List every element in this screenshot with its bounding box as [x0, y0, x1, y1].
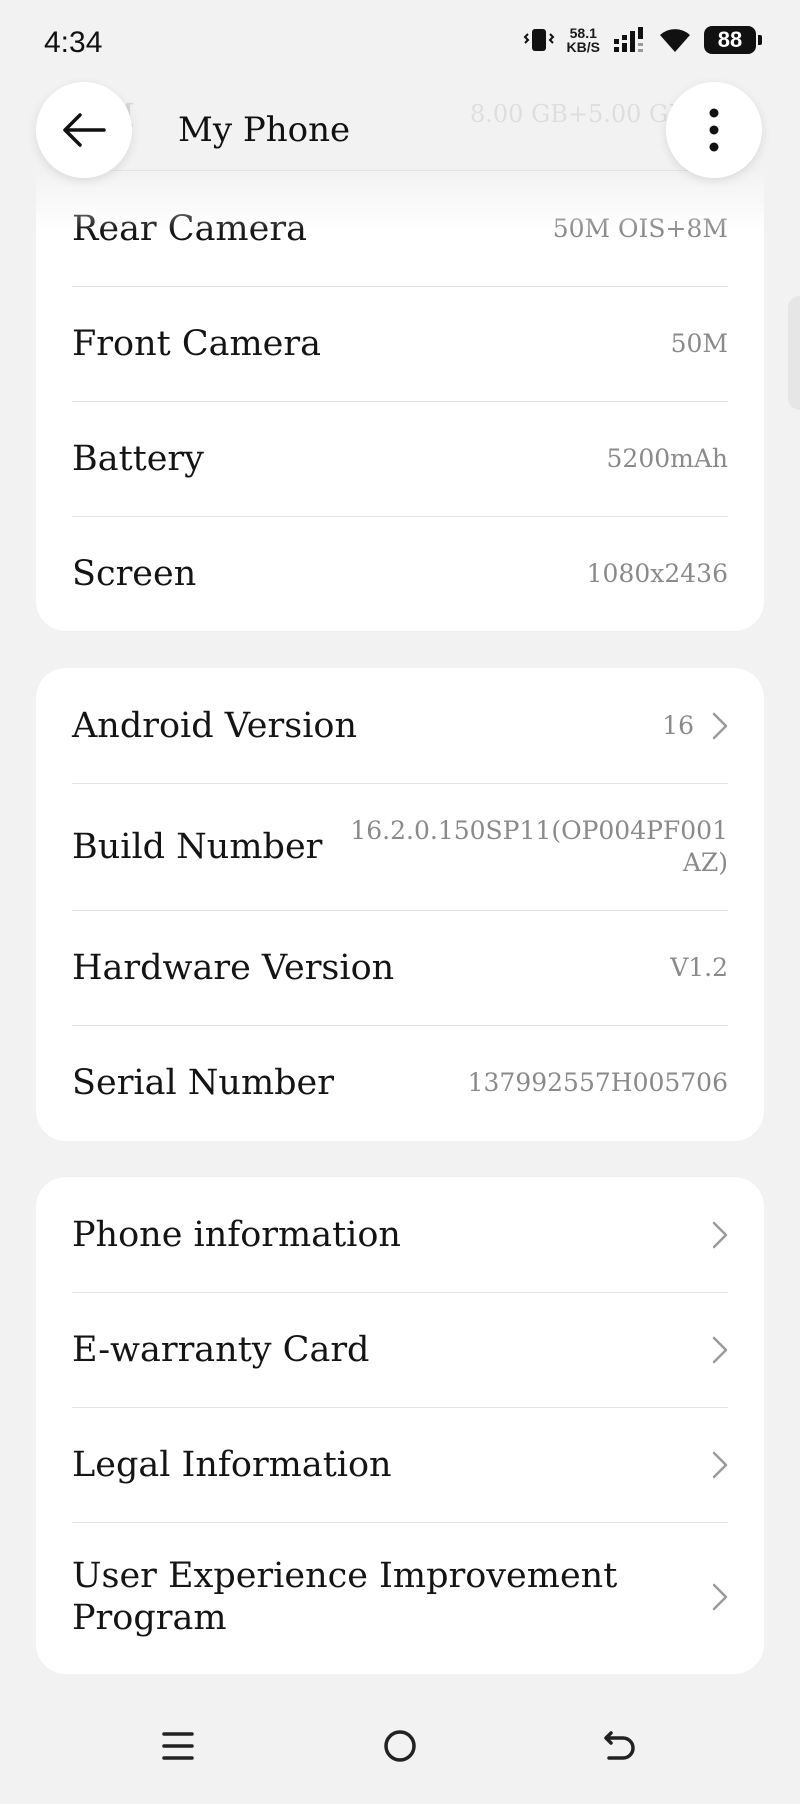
scrolled-value-ghost: 8.00 GB+5.00 GB — [470, 100, 686, 128]
recent-apps-button[interactable] — [148, 1716, 208, 1776]
build-number-label: Build Number — [72, 826, 323, 867]
spec-label: Front Camera — [72, 323, 321, 364]
divider — [72, 170, 728, 171]
battery-indicator: 88 — [704, 26, 762, 54]
more-vertical-icon — [709, 108, 719, 152]
status-icons: 58.1 KB/S 88 — [523, 24, 762, 56]
link-label: Phone information — [72, 1214, 401, 1255]
network-speed: 58.1 KB/S — [567, 26, 600, 54]
back-nav-button[interactable] — [590, 1716, 650, 1776]
link-label: User Experience Improvement Program — [72, 1556, 618, 1638]
user-experience-program-row[interactable]: User Experience Improvement Program — [36, 1522, 764, 1672]
legal-information-row[interactable]: Legal Information — [36, 1407, 764, 1522]
build-number-row: Build Number 16.2.0.150SP11(OP004PF001AZ… — [36, 783, 764, 910]
spec-row-front-camera: Front Camera 50M — [36, 286, 764, 401]
android-version-value: 16 — [662, 711, 694, 740]
menu-icon — [162, 1732, 194, 1760]
build-number-value: 16.2.0.150SP11(OP004PF001AZ) — [350, 815, 728, 877]
signal-icon — [614, 27, 643, 52]
wifi-icon — [660, 29, 690, 52]
chevron-right-icon — [712, 712, 728, 739]
link-label: Legal Information — [72, 1444, 392, 1485]
specs-card: Rear Camera 50M OIS+8M Front Camera 50M … — [36, 171, 764, 631]
chevron-right-icon — [712, 1336, 728, 1363]
chevron-right-icon — [712, 1221, 728, 1248]
link-label: E-warranty Card — [72, 1329, 370, 1370]
more-options-button[interactable] — [666, 82, 762, 178]
page-title: My Phone — [178, 110, 351, 150]
e-warranty-card-row[interactable]: E-warranty Card — [36, 1292, 764, 1407]
spec-label: Screen — [72, 553, 197, 594]
serial-number-row: Serial Number 137992557H005706 — [36, 1025, 764, 1140]
hardware-version-row: Hardware Version V1.2 — [36, 910, 764, 1025]
back-curve-icon — [604, 1731, 635, 1760]
spec-value: 1080x2436 — [586, 559, 728, 588]
arrow-left-icon — [63, 113, 106, 147]
spec-label: Battery — [72, 438, 204, 479]
phone-information-row[interactable]: Phone information — [36, 1177, 764, 1292]
navigation-bar — [0, 1716, 800, 1804]
header: M 8.00 GB+5.00 GB My Phone — [0, 82, 800, 232]
back-button[interactable] — [36, 82, 132, 178]
home-circle-icon — [384, 1730, 416, 1762]
spec-row-battery: Battery 5200mAh — [36, 401, 764, 516]
android-version-row[interactable]: Android Version 16 — [36, 668, 764, 783]
spec-value: 5200mAh — [606, 444, 728, 473]
vibrate-icon — [523, 29, 554, 51]
serial-number-value: 137992557H005706 — [467, 1068, 728, 1097]
android-version-label: Android Version — [72, 705, 358, 746]
spec-value: 50M — [670, 329, 728, 358]
links-card: Phone information E-warranty Card Legal … — [36, 1177, 764, 1674]
spec-row-screen: Screen 1080x2436 — [36, 516, 764, 631]
software-card: Android Version 16 Build Number 16.2.0.1… — [36, 668, 764, 1141]
network-speed-unit: KB/S — [566, 39, 600, 55]
home-button[interactable] — [370, 1716, 430, 1776]
chevron-right-icon — [712, 1583, 728, 1611]
serial-number-label: Serial Number — [72, 1062, 335, 1103]
hardware-version-value: V1.2 — [670, 953, 728, 982]
hardware-version-label: Hardware Version — [72, 947, 395, 988]
chevron-right-icon — [712, 1451, 728, 1478]
status-bar: 4:34 58.1 KB/S 88 — [0, 0, 800, 88]
status-time: 4:34 — [44, 26, 103, 59]
edge-panel-handle[interactable] — [788, 296, 800, 410]
network-speed-value: 58.1 — [569, 25, 597, 41]
